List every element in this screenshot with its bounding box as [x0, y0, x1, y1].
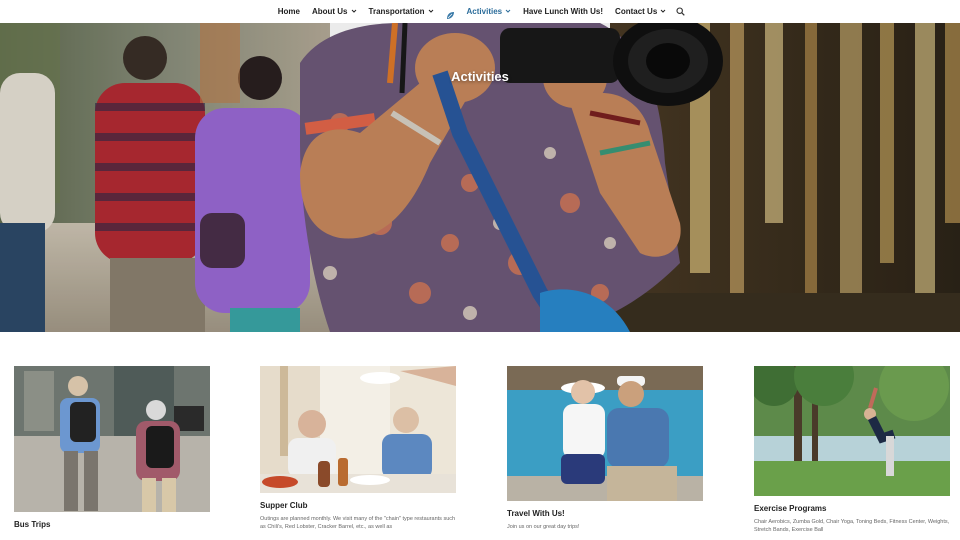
- chevron-down-icon: [428, 8, 434, 14]
- supper-club-image[interactable]: [260, 366, 456, 493]
- activity-card-exercise: Exercise Programs Chair Aerobics, Zumba …: [754, 366, 950, 534]
- nav-item-label: Home: [277, 7, 300, 16]
- card-title[interactable]: Exercise Programs: [754, 504, 950, 514]
- card-title[interactable]: Bus Trips: [14, 520, 210, 530]
- leaf-logo-icon[interactable]: [446, 7, 455, 19]
- nav-item-label: Transportation: [368, 7, 425, 16]
- bus-trips-image[interactable]: [14, 366, 210, 512]
- nav-item-activities[interactable]: Activities: [461, 0, 518, 23]
- nav-item-home[interactable]: Home: [272, 0, 306, 23]
- card-title[interactable]: Travel With Us!: [507, 509, 703, 519]
- hero-banner: Activities: [0, 23, 960, 332]
- nav-item-contact-us[interactable]: Contact Us: [609, 0, 672, 23]
- nav-menu: Home About Us Transportation Activities …: [272, 0, 689, 23]
- activity-card-travel: Travel With Us! Join us on our great day…: [507, 366, 703, 531]
- search-icon[interactable]: [676, 6, 688, 18]
- page-title: Activities: [451, 69, 509, 84]
- card-description: Chair Aerobics, Zumba Gold, Chair Yoga, …: [754, 519, 950, 533]
- nav-item-label: Have Lunch With Us!: [523, 7, 604, 16]
- chevron-down-icon: [351, 8, 357, 14]
- activity-cards: Bus Trips Supper Club Outings are planne…: [0, 332, 960, 540]
- chevron-down-icon: [660, 8, 666, 14]
- card-description: Join us on our great day trips!: [507, 524, 580, 530]
- nav-item-label: Contact Us: [615, 7, 658, 16]
- activity-card-supper-club: Supper Club Outings are planned monthly.…: [260, 366, 456, 531]
- nav-item-about-us[interactable]: About Us: [306, 0, 363, 23]
- travel-image[interactable]: [507, 366, 703, 501]
- nav-item-label: About Us: [311, 7, 348, 16]
- card-title[interactable]: Supper Club: [260, 501, 456, 511]
- chevron-down-icon: [505, 8, 511, 14]
- nav-item-transportation[interactable]: Transportation: [363, 0, 440, 23]
- main-navigation: Home About Us Transportation Activities …: [0, 0, 960, 23]
- nav-item-label: Activities: [466, 7, 503, 16]
- card-description: Outings are planned monthly. We visit ma…: [260, 516, 456, 530]
- exercise-image[interactable]: [754, 366, 950, 496]
- activity-card-bus-trips: Bus Trips: [14, 366, 210, 534]
- nav-item-have-lunch[interactable]: Have Lunch With Us!: [517, 0, 609, 23]
